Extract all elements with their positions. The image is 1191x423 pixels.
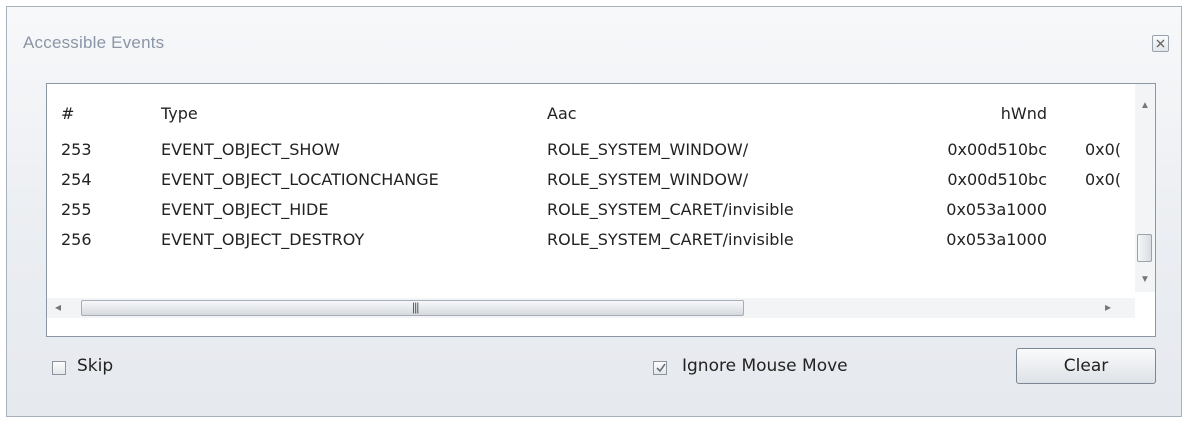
- cell-num: 255: [61, 200, 92, 219]
- cell-aac: ROLE_SYSTEM_WINDOW/: [547, 170, 749, 189]
- cell-aac: ROLE_SYSTEM_WINDOW/: [547, 140, 749, 159]
- table-row[interactable]: 255 EVENT_OBJECT_HIDE ROLE_SYSTEM_CARET/…: [47, 200, 1137, 228]
- cell-hwnd: 0x053a1000: [946, 230, 1047, 249]
- table-row[interactable]: 256 EVENT_OBJECT_DESTROY ROLE_SYSTEM_CAR…: [47, 230, 1137, 258]
- close-button[interactable]: [1152, 35, 1169, 52]
- cell-aac: ROLE_SYSTEM_CARET/invisible: [547, 230, 794, 249]
- column-header-num[interactable]: #: [61, 104, 74, 123]
- accessible-events-window: Accessible Events # Type Aac hWnd 253 EV…: [6, 6, 1182, 417]
- cell-type: EVENT_OBJECT_LOCATIONCHANGE: [161, 170, 439, 189]
- cell-type: EVENT_OBJECT_HIDE: [161, 200, 329, 219]
- chevron-up-icon[interactable]: ▲: [1140, 100, 1150, 111]
- cell-num: 254: [61, 170, 92, 189]
- checkmark-icon: [656, 363, 666, 373]
- cell-hwnd: 0x00d510bc: [947, 140, 1047, 159]
- table-row[interactable]: 253 EVENT_OBJECT_SHOW ROLE_SYSTEM_WINDOW…: [47, 140, 1137, 168]
- column-header-aac[interactable]: Aac: [547, 104, 577, 123]
- vertical-scroll-thumb[interactable]: [1137, 234, 1152, 262]
- window-title: Accessible Events: [23, 33, 165, 52]
- column-header-hwnd[interactable]: hWnd: [927, 104, 1047, 123]
- close-icon: [1156, 39, 1165, 48]
- events-list[interactable]: # Type Aac hWnd 253 EVENT_OBJECT_SHOW RO…: [46, 83, 1156, 337]
- cell-num: 256: [61, 230, 92, 249]
- chevron-left-icon[interactable]: ◂: [55, 300, 61, 314]
- events-list-body: # Type Aac hWnd 253 EVENT_OBJECT_SHOW RO…: [47, 84, 1137, 292]
- cell-type: EVENT_OBJECT_DESTROY: [161, 230, 365, 249]
- skip-checkbox[interactable]: [52, 361, 66, 375]
- cell-hwnd: 0x053a1000: [946, 200, 1047, 219]
- cell-aac: ROLE_SYSTEM_CARET/invisible: [547, 200, 794, 219]
- cell-extra: 0x0(: [1085, 170, 1122, 189]
- table-row[interactable]: 254 EVENT_OBJECT_LOCATIONCHANGE ROLE_SYS…: [47, 170, 1137, 198]
- skip-label[interactable]: Skip: [77, 356, 113, 376]
- ignore-mouse-move-label[interactable]: Ignore Mouse Move: [682, 356, 848, 376]
- vertical-scrollbar[interactable]: ▲ ▼: [1135, 84, 1155, 292]
- cell-extra: 0x0(: [1085, 140, 1122, 159]
- horizontal-scroll-thumb[interactable]: |||: [81, 300, 744, 316]
- cell-type: EVENT_OBJECT_SHOW: [161, 140, 340, 159]
- cell-num: 253: [61, 140, 92, 159]
- grip-icon: |||: [412, 300, 419, 314]
- list-header: # Type Aac hWnd: [47, 104, 1137, 132]
- horizontal-scrollbar[interactable]: ◂ ||| ▸: [47, 298, 1135, 318]
- cell-hwnd: 0x00d510bc: [947, 170, 1047, 189]
- ignore-mouse-move-checkbox[interactable]: [653, 361, 667, 375]
- chevron-down-icon[interactable]: ▼: [1140, 274, 1150, 285]
- column-header-type[interactable]: Type: [161, 104, 198, 123]
- chevron-right-icon[interactable]: ▸: [1105, 300, 1111, 314]
- clear-button[interactable]: Clear: [1016, 348, 1156, 384]
